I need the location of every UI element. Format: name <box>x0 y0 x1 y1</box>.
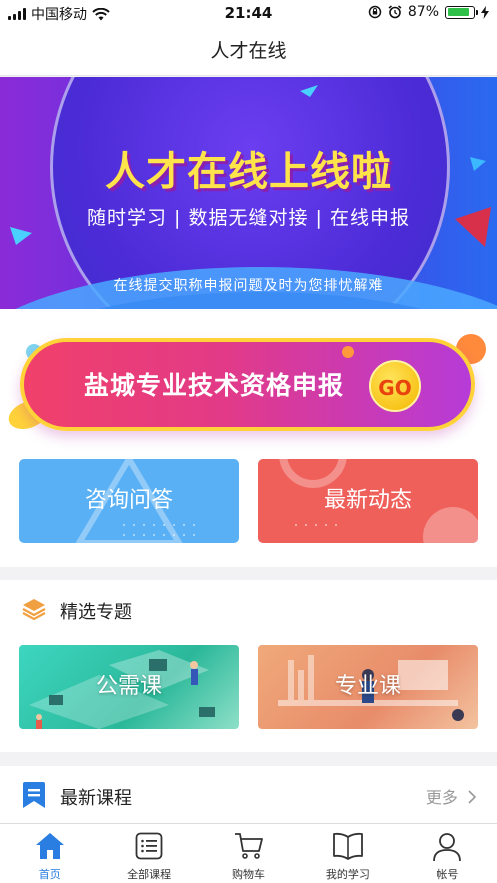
topic-card-professional[interactable]: 专业课 <box>258 645 478 729</box>
hero-footer: 在线提交职称申报问题及时为您排忧解难 <box>113 278 384 294</box>
courses-section: 最新课程 更多 <box>0 766 497 823</box>
hero-title: 人才在线上线啦 <box>105 149 392 195</box>
courses-title: 最新课程 <box>60 788 132 809</box>
topics-title: 精选专题 <box>60 602 132 623</box>
battery-percent: 87% <box>407 4 439 20</box>
hero-banner[interactable]: 人才在线上线啦 随时学习 | 数据无缝对接 | 在线申报 在线提交职称申报问题及… <box>0 77 497 309</box>
cart-icon <box>234 833 263 859</box>
status-bar: 中国移动 21:44 87% <box>0 0 497 26</box>
home-icon <box>35 833 64 859</box>
tab-all-courses[interactable]: 全部课程 <box>99 824 198 883</box>
tab-cart[interactable]: 购物车 <box>199 824 298 883</box>
layers-icon <box>22 599 46 621</box>
tab-account-label: 帐号 <box>436 868 459 881</box>
page-title: 人才在线 <box>210 40 287 62</box>
alarm-icon <box>388 5 402 19</box>
hero-subtitle: 随时学习 | 数据无缝对接 | 在线申报 <box>87 207 410 229</box>
book-icon <box>333 832 363 860</box>
tab-home[interactable]: 首页 <box>0 824 99 883</box>
apply-banner[interactable]: 盐城专业技术资格申报 GO <box>20 338 475 431</box>
tab-all-courses-label: 全部课程 <box>127 868 172 881</box>
consult-card-label: 咨询问答 <box>84 488 173 513</box>
user-icon <box>433 833 462 862</box>
battery-icon <box>445 5 478 19</box>
topic-professional-label: 专业课 <box>334 674 401 699</box>
topic-card-public[interactable]: 公需课 <box>19 645 239 729</box>
tab-home-label: 首页 <box>38 868 61 881</box>
tab-account[interactable]: 帐号 <box>398 824 497 883</box>
go-button[interactable]: GO <box>369 360 421 412</box>
battery-fill <box>447 8 470 16</box>
nav-bar: 人才在线 <box>0 26 497 76</box>
news-card-label: 最新动态 <box>323 488 412 513</box>
topic-public-label: 公需课 <box>95 674 162 699</box>
rotation-lock-icon <box>368 5 382 19</box>
blob-decoration <box>342 346 354 358</box>
consult-card[interactable]: 咨询问答 <box>19 459 239 543</box>
tab-my-learning-label: 我的学习 <box>325 868 370 881</box>
list-icon <box>135 832 163 860</box>
chevron-right-icon <box>468 790 477 804</box>
status-right: 87% <box>368 4 489 20</box>
tab-my-learning[interactable]: 我的学习 <box>298 824 397 883</box>
apply-banner-label: 盐城专业技术资格申报 <box>84 371 345 400</box>
bookmark-icon <box>23 782 45 808</box>
tab-bar: 首页 全部课程 购物车 我的学习 帐号 <box>0 823 497 883</box>
more-link[interactable]: 更多 <box>426 784 477 808</box>
shard-decoration <box>300 85 318 97</box>
tab-cart-label: 购物车 <box>232 868 266 881</box>
charging-icon <box>481 5 489 19</box>
more-label: 更多 <box>425 788 458 807</box>
news-card[interactable]: 最新动态 <box>258 459 478 543</box>
